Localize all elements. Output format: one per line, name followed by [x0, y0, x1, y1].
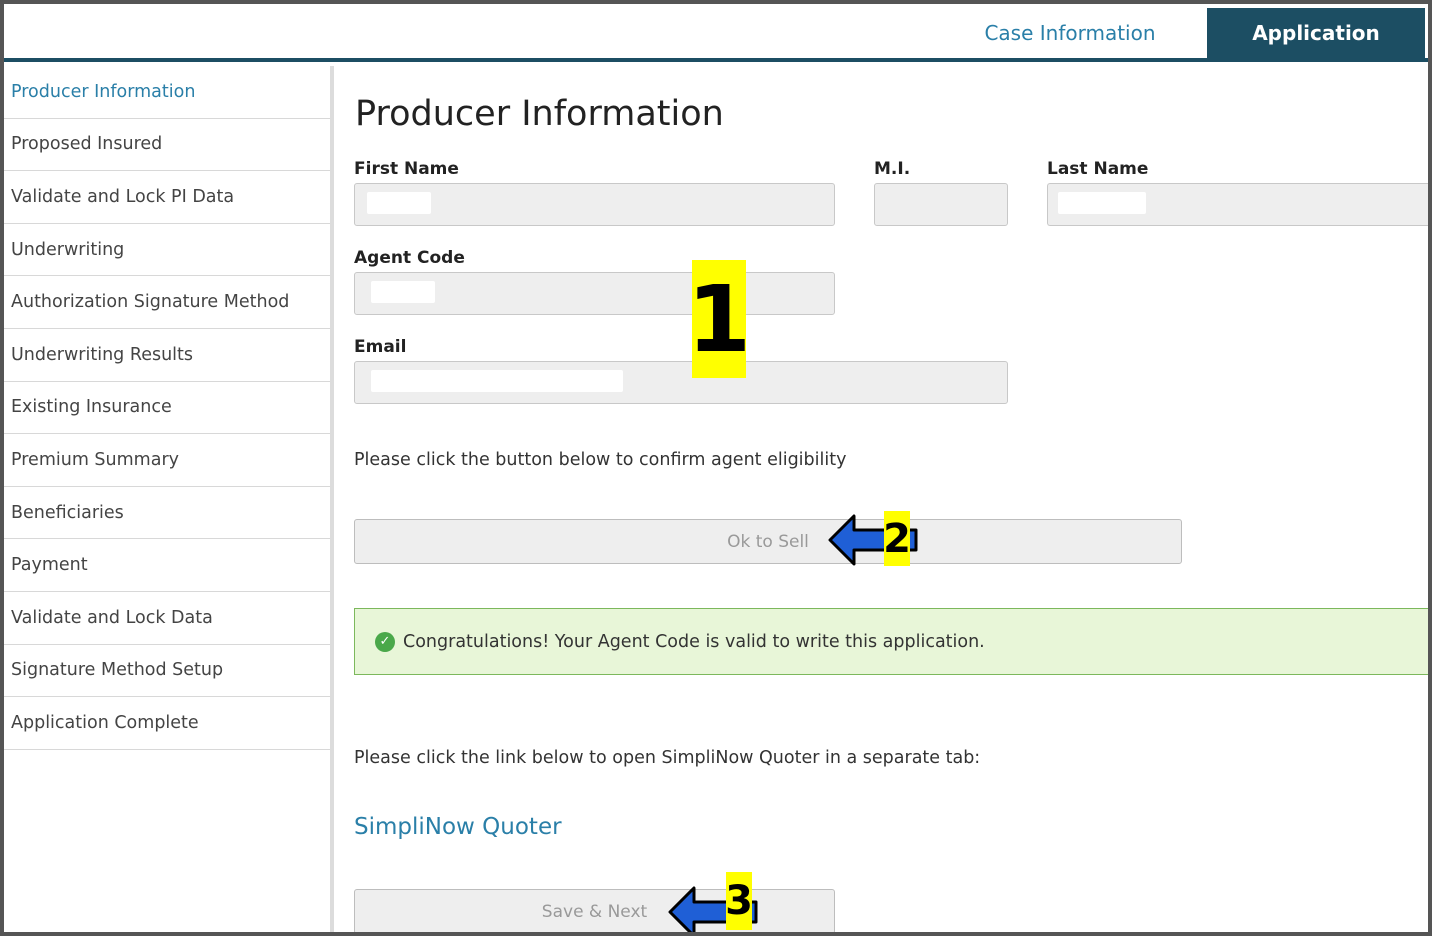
- redaction-mask: [371, 370, 623, 392]
- sidebar-item-application-complete[interactable]: Application Complete: [4, 697, 330, 750]
- sidebar-item-underwriting[interactable]: Underwriting: [4, 224, 330, 277]
- main-content: Producer Information First Name M.I. Las…: [338, 66, 1428, 932]
- app-frame: Case Information Application Producer In…: [0, 0, 1432, 936]
- sidebar-item-producer-information[interactable]: Producer Information: [4, 66, 330, 119]
- sidebar-nav: Producer Information Proposed Insured Va…: [4, 66, 334, 932]
- first-name-field[interactable]: [354, 183, 835, 226]
- redaction-mask: [367, 192, 431, 214]
- sidebar-item-beneficiaries[interactable]: Beneficiaries: [4, 487, 330, 540]
- step-2-annotation: 2: [883, 511, 911, 566]
- tab-case-information[interactable]: Case Information: [962, 8, 1178, 58]
- success-alert: ✓ Congratulations! Your Agent Code is va…: [354, 608, 1428, 675]
- last-name-field[interactable]: [1047, 183, 1428, 226]
- tab-application[interactable]: Application: [1207, 8, 1425, 58]
- redaction-mask: [371, 281, 435, 303]
- agent-code-field[interactable]: [354, 272, 835, 315]
- top-header: Case Information Application: [4, 4, 1428, 62]
- sidebar-item-existing-insurance[interactable]: Existing Insurance: [4, 382, 330, 435]
- redaction-mask: [1058, 192, 1146, 214]
- ok-to-sell-button[interactable]: Ok to Sell: [354, 519, 1182, 564]
- sidebar-item-premium-summary[interactable]: Premium Summary: [4, 434, 330, 487]
- sidebar-item-signature-method-setup[interactable]: Signature Method Setup: [4, 645, 330, 698]
- agent-code-label: Agent Code: [354, 248, 465, 268]
- eligibility-instruction: Please click the button below to confirm…: [354, 450, 847, 470]
- sidebar-item-validate-lock-pi-data[interactable]: Validate and Lock PI Data: [4, 171, 330, 224]
- sidebar-item-proposed-insured[interactable]: Proposed Insured: [4, 119, 330, 172]
- email-field[interactable]: [354, 361, 1008, 404]
- step-3-annotation: 3: [725, 872, 753, 930]
- sidebar-item-payment[interactable]: Payment: [4, 539, 330, 592]
- quoter-instruction: Please click the link below to open Simp…: [354, 748, 981, 768]
- step-1-annotation: 1: [687, 260, 751, 378]
- page-title: Producer Information: [355, 94, 724, 134]
- mi-field[interactable]: [874, 183, 1008, 226]
- email-label: Email: [354, 337, 407, 357]
- save-next-button[interactable]: Save & Next: [354, 889, 835, 932]
- mi-label: M.I.: [874, 159, 911, 179]
- sidebar-item-authorization-signature-method[interactable]: Authorization Signature Method: [4, 276, 330, 329]
- check-circle-icon: ✓: [375, 631, 395, 652]
- simplinow-quoter-link[interactable]: SimpliNow Quoter: [354, 814, 562, 840]
- first-name-label: First Name: [354, 159, 459, 179]
- last-name-label: Last Name: [1047, 159, 1149, 179]
- sidebar-item-validate-lock-data[interactable]: Validate and Lock Data: [4, 592, 330, 645]
- sidebar-item-underwriting-results[interactable]: Underwriting Results: [4, 329, 330, 382]
- success-message: Congratulations! Your Agent Code is vali…: [403, 631, 985, 652]
